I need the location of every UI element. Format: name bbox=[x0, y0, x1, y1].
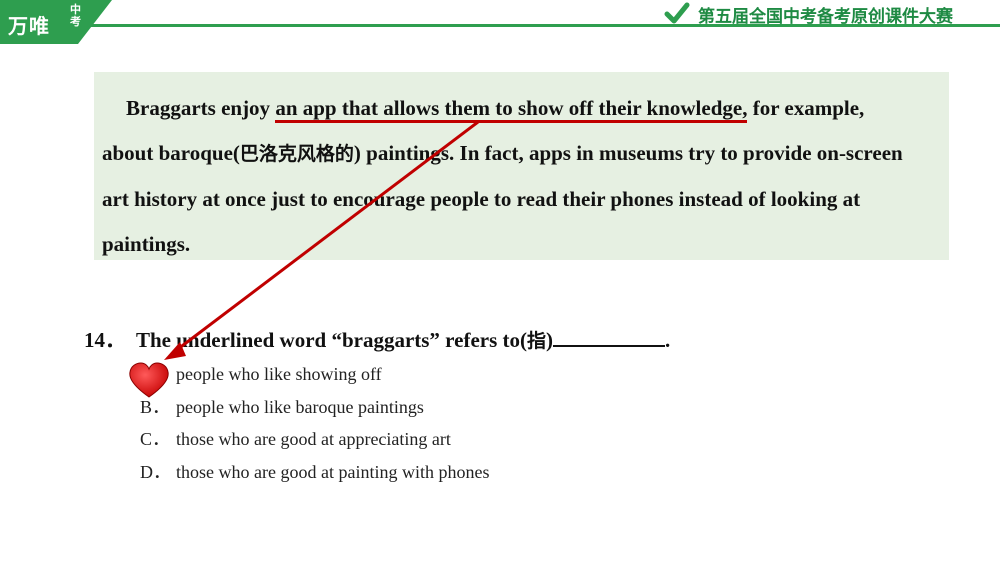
question-end: . bbox=[665, 328, 671, 352]
heart-icon bbox=[129, 362, 169, 398]
logo-subtitle: 中考 bbox=[70, 3, 81, 28]
option-letter: C． bbox=[140, 429, 171, 449]
question-text-close: ) bbox=[546, 328, 554, 352]
option-c[interactable]: C． those who are good at appreciating art bbox=[140, 426, 489, 459]
passage-box: Braggarts enjoy an app that allows them … bbox=[94, 72, 949, 260]
option-a[interactable]: A．people who like showing off bbox=[140, 361, 489, 394]
question-text: The underlined word “braggarts” refers t… bbox=[136, 328, 527, 352]
options-list: A．people who like showing off B．people w… bbox=[140, 361, 489, 491]
option-b[interactable]: B． people who like baroque paintings bbox=[140, 394, 489, 427]
underlined-phrase: an app that allows them to show off thei… bbox=[275, 96, 748, 123]
passage-part-1: Braggarts enjoy bbox=[126, 96, 276, 120]
check-icon bbox=[664, 2, 690, 24]
contest-title: 第五届全国中考备考原创课件大赛 bbox=[698, 7, 953, 27]
question-hint: 指 bbox=[527, 330, 547, 352]
option-text: people who like baroque paintings bbox=[176, 396, 424, 417]
option-text: those who are good at appreciating art bbox=[176, 429, 451, 449]
question-number: 14． bbox=[84, 328, 126, 352]
option-text: people who like showing off bbox=[176, 364, 382, 384]
passage-text: Braggarts enjoy an app that allows them … bbox=[102, 86, 917, 267]
question-stem: 14． The underlined word “braggarts” refer… bbox=[84, 324, 670, 354]
option-text: those who are good at painting with phon… bbox=[176, 461, 490, 482]
chinese-gloss: 巴洛克风格的 bbox=[239, 143, 354, 165]
logo: 万唯 bbox=[8, 14, 50, 38]
option-letter: D． bbox=[140, 461, 171, 482]
option-d[interactable]: D． those who are good at painting with ph… bbox=[140, 459, 489, 492]
answer-blank[interactable] bbox=[553, 327, 666, 347]
